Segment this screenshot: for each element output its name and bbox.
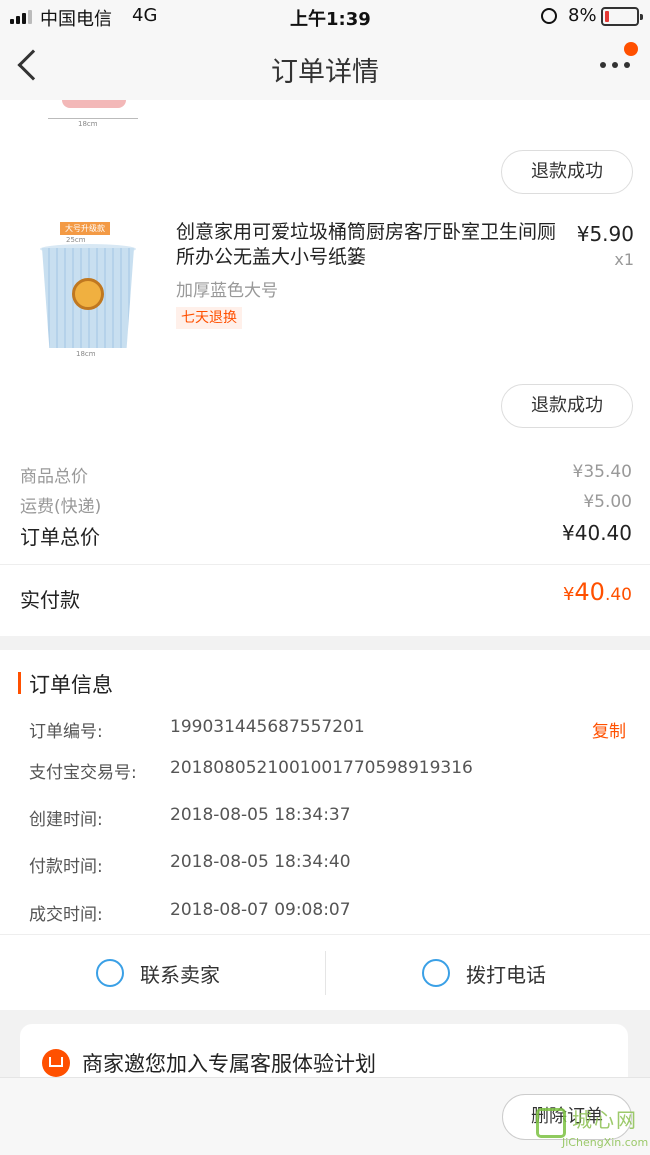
signal-icon	[10, 10, 36, 24]
section-accent-bar	[18, 672, 21, 694]
rotation-lock-icon	[541, 8, 557, 24]
previous-item-image[interactable]: 18cm	[38, 100, 158, 128]
product-sku: 加厚蓝色大号	[176, 281, 278, 301]
return-policy-badge: 七天退换	[176, 307, 242, 329]
watermark-logo: 城心网 JiChengXin.com	[528, 1100, 648, 1150]
contact-actions: 联系卖家 拨打电话	[0, 934, 650, 1010]
phone-icon	[422, 959, 450, 987]
more-menu-icon[interactable]	[600, 62, 632, 70]
network-label: 4G	[132, 5, 158, 26]
contact-seller-button[interactable]: 联系卖家	[96, 955, 276, 991]
product-thumbnail[interactable]: 大号升级款 25cm 18cm	[26, 218, 156, 360]
invite-text: 商家邀您加入专属客服体验计划	[82, 1052, 376, 1076]
section-title: 订单信息	[29, 673, 113, 697]
page-title: 订单详情	[271, 57, 379, 88]
battery-icon	[601, 7, 643, 26]
paid-amount: ¥40.40	[562, 578, 632, 606]
notification-dot	[624, 42, 638, 56]
status-bar: 中国电信 4G 上午1:39 8%	[0, 0, 650, 34]
order-total-row: 订单总价 ¥40.40	[20, 521, 632, 549]
goods-total-row: 商品总价 ¥35.40	[20, 462, 632, 487]
battery-percent: 8%	[568, 5, 597, 26]
chat-icon	[96, 959, 124, 987]
order-items-card: 18cm 退款成功 大号升级款 25cm 18cm 创意家用可爱垃圾桶筒厨房客厅…	[0, 100, 650, 636]
product-title[interactable]: 创意家用可爱垃圾桶筒厨房客厅卧室卫生间厕所办公无盖大小号纸篓	[176, 220, 556, 270]
product-quantity: x1	[614, 250, 634, 269]
copy-button[interactable]: 复制	[592, 717, 626, 742]
lion-icon	[72, 278, 104, 310]
paid-label: 实付款	[20, 588, 80, 612]
nav-bar: 订单详情	[0, 34, 650, 100]
product-price: ¥5.90	[576, 222, 634, 246]
clock: 上午1:39	[290, 9, 371, 30]
shipping-row: 运费(快递) ¥5.00	[20, 492, 632, 517]
carrier-label: 中国电信	[40, 9, 112, 30]
refund-status-button[interactable]: 退款成功	[501, 384, 633, 428]
crown-icon	[42, 1049, 70, 1077]
call-phone-button[interactable]: 拨打电话	[422, 955, 602, 991]
refund-status-button[interactable]: 退款成功	[501, 150, 633, 194]
